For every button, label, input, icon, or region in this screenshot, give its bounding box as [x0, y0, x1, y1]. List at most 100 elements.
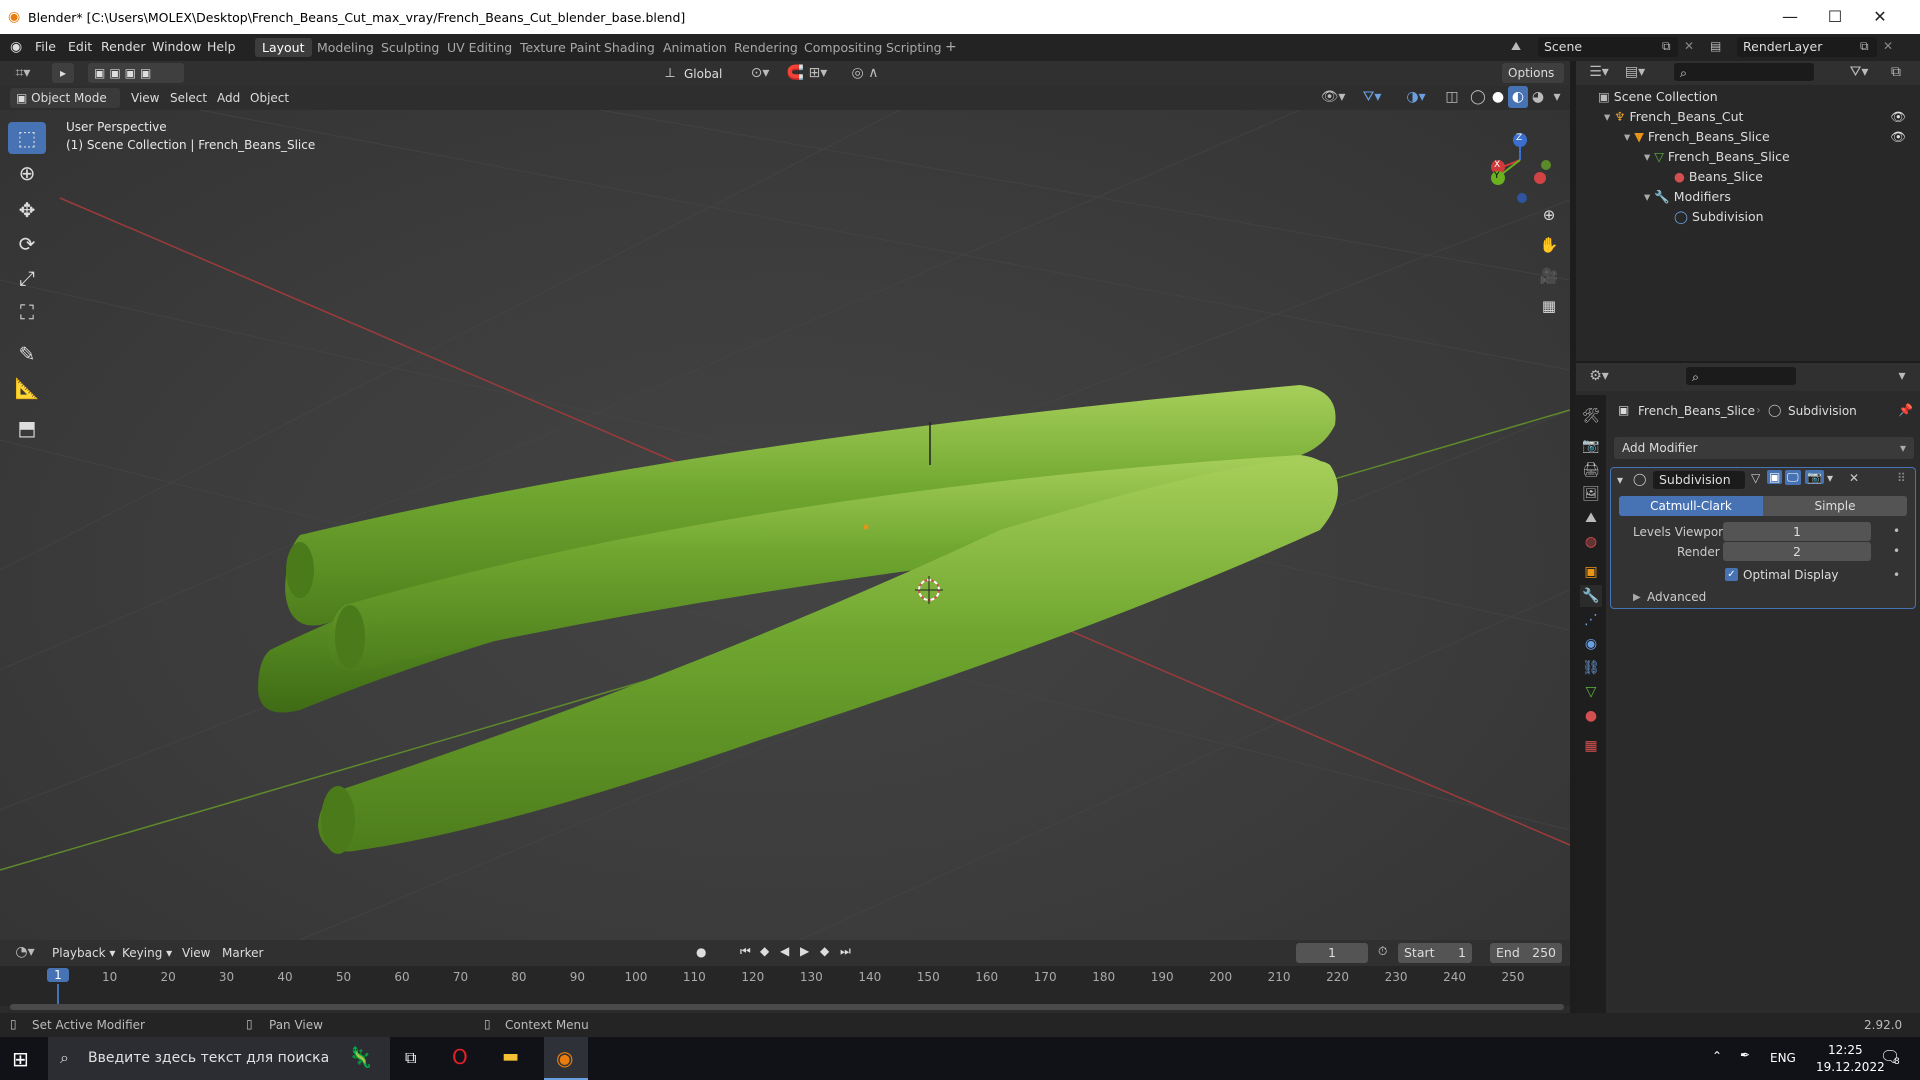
outliner-row-french-beans-slice[interactable]: ▾ ▼ French_Beans_Slice 👁: [1576, 127, 1920, 147]
keyframe-dot-icon[interactable]: •: [1893, 544, 1900, 558]
annotate-tool[interactable]: ✎: [8, 338, 46, 370]
visibility-eye-icon[interactable]: 👁: [1890, 127, 1906, 147]
zoom-view-icon[interactable]: ⊕: [1537, 204, 1561, 226]
remove-modifier-icon[interactable]: ✕: [1849, 471, 1859, 485]
transform-orientation-dropdown[interactable]: Global: [684, 67, 722, 81]
outliner-row-modifiers[interactable]: ▾ 🔧 Modifiers: [1576, 187, 1920, 207]
scene-field[interactable]: Scene: [1538, 37, 1678, 57]
optimal-display-checkbox[interactable]: ✓: [1725, 568, 1738, 581]
tab-shading[interactable]: Shading: [597, 38, 662, 57]
shading-wireframe-icon[interactable]: ◯: [1468, 86, 1488, 108]
end-frame-field[interactable]: End 250: [1490, 943, 1562, 963]
tab-sculpting[interactable]: Sculpting: [374, 38, 446, 57]
mode-dropdown[interactable]: ▣ Object Mode ▾: [10, 88, 120, 125]
scene-tab-icon[interactable]: ⛰: [1580, 507, 1602, 529]
advanced-expand-icon[interactable]: ▶: [1633, 592, 1641, 603]
menu-render[interactable]: Render: [101, 39, 146, 54]
menu-view[interactable]: View: [131, 91, 159, 105]
tab-uv-editing[interactable]: UV Editing: [440, 38, 519, 57]
catmull-clark-option[interactable]: Catmull-Clark: [1619, 496, 1763, 516]
play-icon[interactable]: ▶: [800, 944, 809, 958]
snap-icon[interactable]: 🧲 ⊞▾: [782, 62, 832, 84]
mesh-data-tab-icon[interactable]: ▽: [1580, 681, 1602, 703]
blender-taskbar-icon[interactable]: ◉: [544, 1037, 588, 1080]
menu-edit[interactable]: Edit: [68, 39, 92, 54]
cursor-tool[interactable]: ⊕: [8, 157, 46, 189]
menu-window[interactable]: Window: [152, 39, 201, 54]
outliner-row-scene-collection[interactable]: ▣ Scene Collection: [1576, 87, 1920, 107]
pin-icon[interactable]: 📌: [1898, 403, 1913, 417]
object-tab-icon[interactable]: ▣: [1580, 561, 1602, 583]
outliner-editor-icon[interactable]: ☰▾: [1584, 61, 1614, 83]
xray-toggle-icon[interactable]: ◫: [1442, 86, 1462, 108]
modifier-menu-icon[interactable]: ▾: [1827, 471, 1833, 485]
pan-view-icon[interactable]: ✋: [1537, 234, 1561, 256]
particles-tab-icon[interactable]: ⋰: [1580, 609, 1602, 631]
expand-arrow-icon[interactable]: ▾: [1624, 129, 1634, 144]
frame-ruler[interactable]: 1 10 20 30 40 50 60 70 80 90 100 110 120 130 140 150 160…: [0, 966, 1570, 1006]
clock-date[interactable]: 19.12.2022: [1816, 1060, 1885, 1074]
windows-start-icon[interactable]: ⊞: [12, 1047, 29, 1071]
jump-end-icon[interactable]: ⏭: [840, 944, 851, 959]
drag-handle-icon[interactable]: ⠿: [1897, 471, 1906, 485]
add-modifier-dropdown[interactable]: Add Modifier ▾: [1614, 437, 1914, 459]
select-tool-button[interactable]: ▸: [52, 63, 74, 83]
jump-start-icon[interactable]: ⏮: [740, 944, 751, 959]
task-view-icon[interactable]: ⧉: [405, 1048, 416, 1068]
move-tool[interactable]: ✥: [8, 194, 46, 226]
render-layer-icon[interactable]: ▤: [1710, 39, 1721, 53]
tray-chevron-icon[interactable]: ⌃: [1712, 1049, 1722, 1063]
menu-select[interactable]: Select: [170, 91, 207, 105]
properties-options-icon[interactable]: ▾: [1892, 365, 1912, 387]
taskbar-search-box[interactable]: ⌕ Введите здесь текст для поиска 🦎: [48, 1037, 390, 1080]
gizmo-toggle-icon[interactable]: ⛛▾: [1354, 86, 1390, 108]
levels-viewport-field[interactable]: 1: [1723, 522, 1871, 541]
current-frame-field[interactable]: 1: [1296, 943, 1368, 963]
pen-icon[interactable]: ✒: [1740, 1048, 1750, 1062]
tab-scripting[interactable]: Scripting: [879, 38, 949, 57]
select-box-tool[interactable]: ⬚: [8, 122, 46, 154]
menu-file[interactable]: File: [35, 39, 56, 54]
blender-menu-icon[interactable]: ◉: [10, 39, 22, 55]
next-keyframe-icon[interactable]: ◆: [820, 944, 829, 958]
french-beans-mesh[interactable]: [258, 385, 1338, 854]
outliner-row-french-beans-cut[interactable]: ▾ ♆ French_Beans_Cut 👁: [1576, 107, 1920, 127]
timeline-scrollbar[interactable]: [10, 1004, 1564, 1010]
tab-layout[interactable]: Layout: [255, 38, 312, 57]
material-tab-icon[interactable]: ●: [1580, 705, 1602, 727]
expand-arrow-icon[interactable]: ▾: [1644, 149, 1654, 164]
menu-object[interactable]: Object: [250, 91, 289, 105]
physics-tab-icon[interactable]: ◉: [1580, 633, 1602, 655]
menu-marker[interactable]: Marker: [222, 946, 263, 960]
new-layer-icon[interactable]: ⧉: [1860, 39, 1869, 54]
constraints-tab-icon[interactable]: ⛓: [1580, 657, 1602, 679]
tab-compositing[interactable]: Compositing: [797, 38, 889, 57]
overlays-toggle-icon[interactable]: ◑▾: [1398, 86, 1434, 108]
clock-time[interactable]: 12:25: [1828, 1043, 1863, 1057]
collapse-arrow-icon[interactable]: ▾: [1617, 473, 1623, 487]
select-mode-buttons[interactable]: ▣▣▣▣: [88, 63, 184, 83]
output-tab-icon[interactable]: 🖨: [1580, 459, 1602, 481]
new-collection-icon[interactable]: ⧉: [1886, 61, 1906, 83]
delete-layer-icon[interactable]: ✕: [1883, 39, 1893, 53]
simple-option[interactable]: Simple: [1763, 496, 1907, 516]
tab-rendering[interactable]: Rendering: [727, 38, 805, 57]
rotate-tool[interactable]: ⟳: [8, 228, 46, 260]
pivot-icon[interactable]: ⊙▾: [745, 62, 775, 84]
texture-tab-icon[interactable]: ▦: [1580, 735, 1602, 757]
tab-modeling[interactable]: Modeling: [310, 38, 381, 57]
opera-icon[interactable]: O: [452, 1045, 468, 1069]
modifier-name-field[interactable]: Subdivision: [1653, 471, 1745, 489]
stopwatch-icon[interactable]: ⏱: [1378, 944, 1387, 959]
world-tab-icon[interactable]: ◍: [1580, 531, 1602, 553]
viewport-toggle-icon[interactable]: 🖵: [1785, 470, 1801, 485]
outliner-row-material[interactable]: ● Beans_Slice: [1576, 167, 1920, 187]
tab-animation[interactable]: Animation: [656, 38, 734, 57]
menu-playback[interactable]: Playback ▾: [52, 946, 115, 960]
edit-mode-toggle-icon[interactable]: ▽: [1751, 471, 1760, 485]
properties-editor-icon[interactable]: ⚙▾: [1584, 365, 1614, 387]
menu-keying[interactable]: Keying ▾: [122, 946, 172, 960]
camera-view-icon[interactable]: 🎥: [1537, 265, 1561, 287]
keyframe-dot-icon[interactable]: •: [1893, 524, 1900, 538]
navigation-gizmo[interactable]: Z X Y: [1478, 120, 1558, 210]
